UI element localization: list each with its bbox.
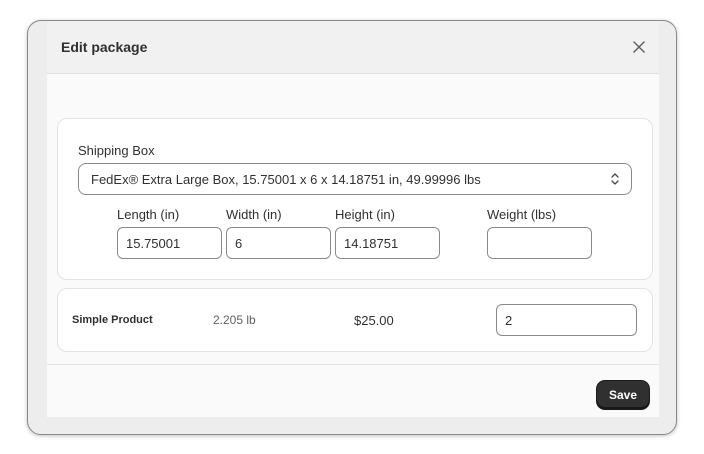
width-label: Width (in) (226, 207, 282, 222)
save-button[interactable]: Save (597, 381, 649, 409)
shipping-box-label: Shipping Box (78, 143, 155, 158)
modal-footer: Save (47, 364, 659, 417)
quantity-input[interactable] (496, 304, 637, 336)
length-input[interactable] (117, 227, 222, 259)
modal-body: Shipping Box FedEx® Extra Large Box, 15.… (47, 74, 659, 364)
weight-label: Weight (lbs) (487, 207, 557, 222)
product-name: Simple Product (72, 314, 153, 326)
product-row: Simple Product 2.205 lb $25.00 (57, 288, 653, 352)
shipping-box-card: Shipping Box FedEx® Extra Large Box, 15.… (57, 118, 653, 280)
height-input[interactable] (335, 227, 440, 259)
close-icon[interactable] (629, 37, 649, 57)
shipping-box-selected-value: FedEx® Extra Large Box, 15.75001 x 6 x 1… (91, 172, 481, 187)
shipping-box-select[interactable]: FedEx® Extra Large Box, 15.75001 x 6 x 1… (78, 163, 632, 195)
width-input[interactable] (226, 227, 331, 259)
product-price: $25.00 (354, 313, 394, 328)
product-weight: 2.205 lb (213, 313, 256, 327)
modal-header: Edit package (47, 21, 659, 74)
edit-package-modal: Edit package Shipping Box FedEx® Extra L… (27, 20, 677, 435)
select-arrows-icon (609, 171, 621, 187)
length-label: Length (in) (117, 207, 180, 222)
modal-title: Edit package (61, 39, 148, 55)
weight-input[interactable] (487, 227, 592, 259)
height-label: Height (in) (335, 207, 395, 222)
